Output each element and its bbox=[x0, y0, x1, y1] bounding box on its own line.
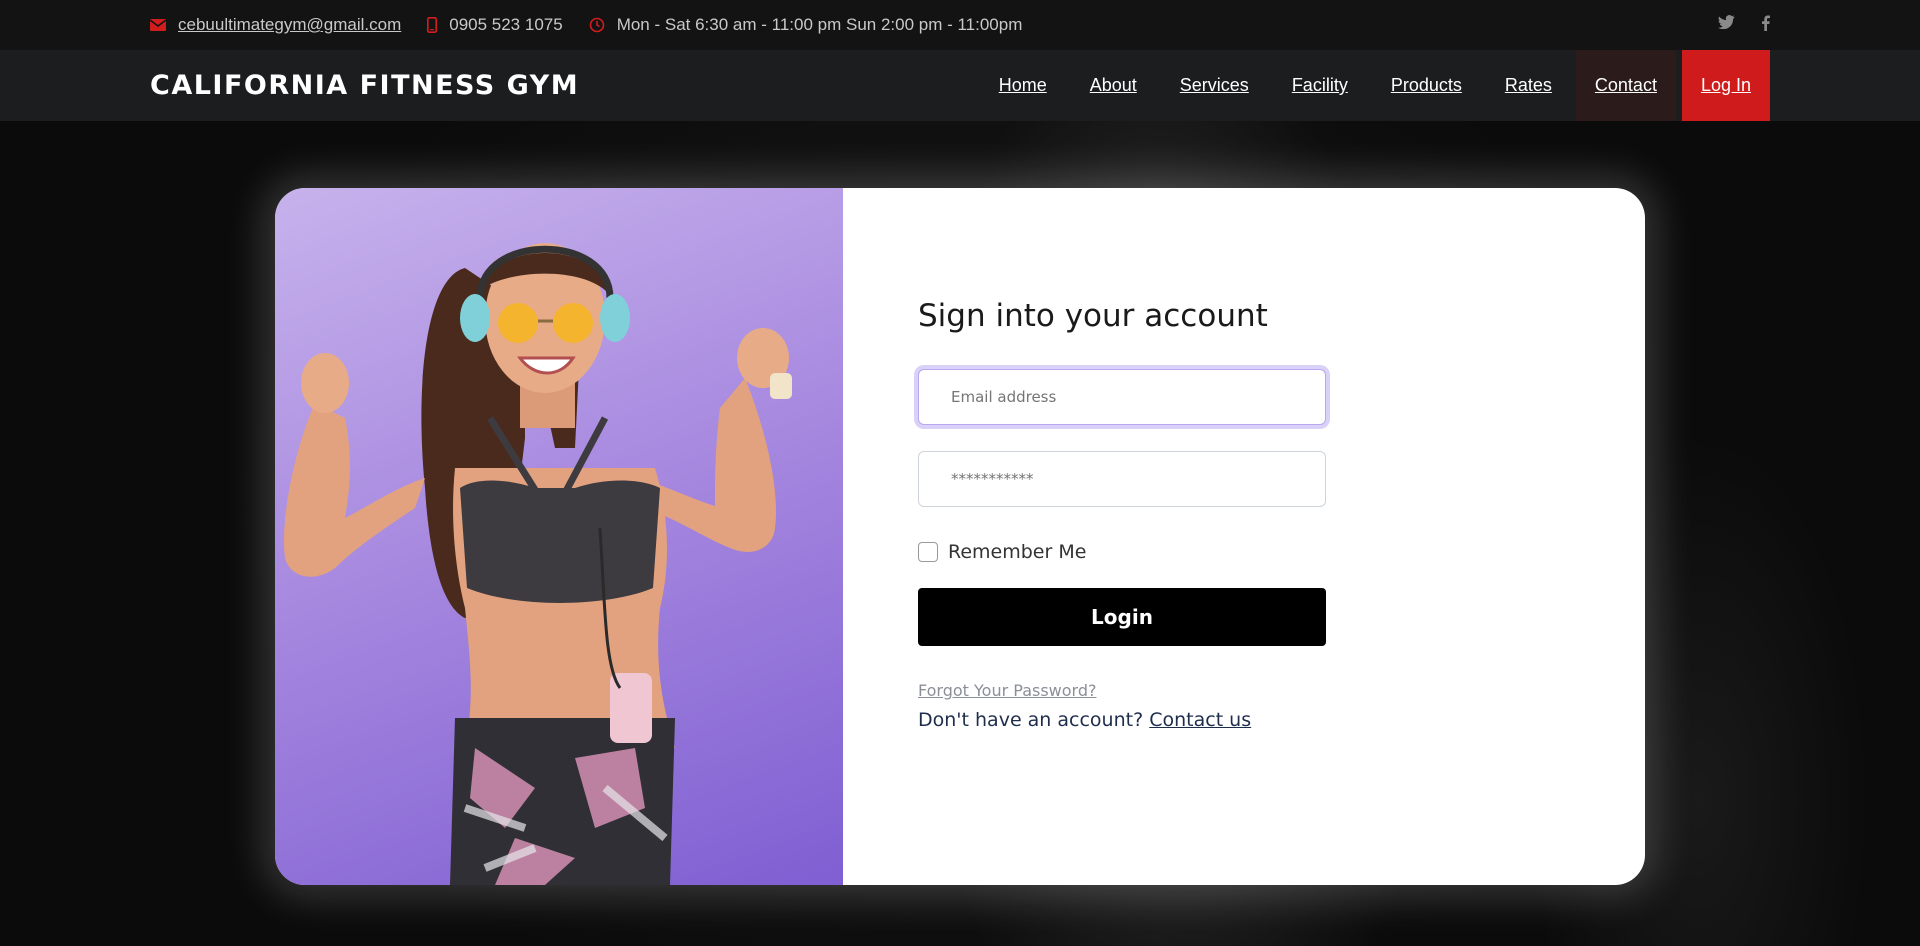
mobile-phone-icon bbox=[427, 17, 438, 33]
envelope-icon bbox=[150, 19, 166, 31]
nav-products[interactable]: Products bbox=[1372, 50, 1481, 121]
fitness-model-photo bbox=[275, 188, 843, 885]
nav-login[interactable]: Log In bbox=[1681, 50, 1770, 121]
password-input[interactable] bbox=[918, 451, 1326, 507]
nav-home[interactable]: Home bbox=[980, 50, 1066, 121]
signup-prompt: Don't have an account? Contact us bbox=[918, 709, 1251, 731]
nav-contact[interactable]: Contact bbox=[1575, 50, 1676, 121]
contact-phone: 0905 523 1075 bbox=[427, 15, 563, 35]
nav-menu: Home About Services Facility Products Ra… bbox=[975, 50, 1770, 121]
social-links bbox=[1718, 14, 1770, 36]
nav-facility[interactable]: Facility bbox=[1273, 50, 1367, 121]
nav-about[interactable]: About bbox=[1071, 50, 1156, 121]
phone-number: 0905 523 1075 bbox=[449, 15, 563, 34]
signup-prompt-text: Don't have an account? bbox=[918, 709, 1144, 731]
fitness-model-illustration bbox=[284, 243, 792, 885]
clock-icon bbox=[589, 17, 605, 33]
remember-me-checkbox[interactable] bbox=[918, 542, 938, 562]
contact-us-link[interactable]: Contact us bbox=[1149, 709, 1251, 731]
hours-text: Mon - Sat 6:30 am - 11:00 pm Sun 2:00 pm… bbox=[616, 15, 1023, 34]
contact-email: cebuultimategym@gmail.com bbox=[150, 15, 401, 35]
login-card: Sign into your account Remember Me Login… bbox=[275, 188, 1645, 885]
twitter-icon[interactable] bbox=[1718, 14, 1735, 36]
login-button[interactable]: Login bbox=[918, 588, 1326, 646]
forgot-password-link[interactable]: Forgot Your Password? bbox=[918, 681, 1097, 700]
nav-rates[interactable]: Rates bbox=[1486, 50, 1571, 121]
remember-me-label: Remember Me bbox=[948, 541, 1087, 563]
nav-services[interactable]: Services bbox=[1161, 50, 1268, 121]
facebook-icon[interactable] bbox=[1761, 15, 1770, 36]
email-link[interactable]: cebuultimategym@gmail.com bbox=[178, 15, 401, 35]
form-title: Sign into your account bbox=[918, 298, 1268, 334]
brand-logo[interactable]: CALIFORNIA FITNESS GYM bbox=[150, 70, 579, 101]
opening-hours: Mon - Sat 6:30 am - 11:00 pm Sun 2:00 pm… bbox=[589, 15, 1023, 35]
login-form: Sign into your account Remember Me Login… bbox=[843, 188, 1645, 885]
remember-me[interactable]: Remember Me bbox=[918, 541, 1086, 563]
main-navbar: CALIFORNIA FITNESS GYM Home About Servic… bbox=[0, 50, 1920, 121]
top-info-bar: cebuultimategym@gmail.com 0905 523 1075 … bbox=[0, 0, 1920, 50]
email-input[interactable] bbox=[918, 369, 1326, 425]
